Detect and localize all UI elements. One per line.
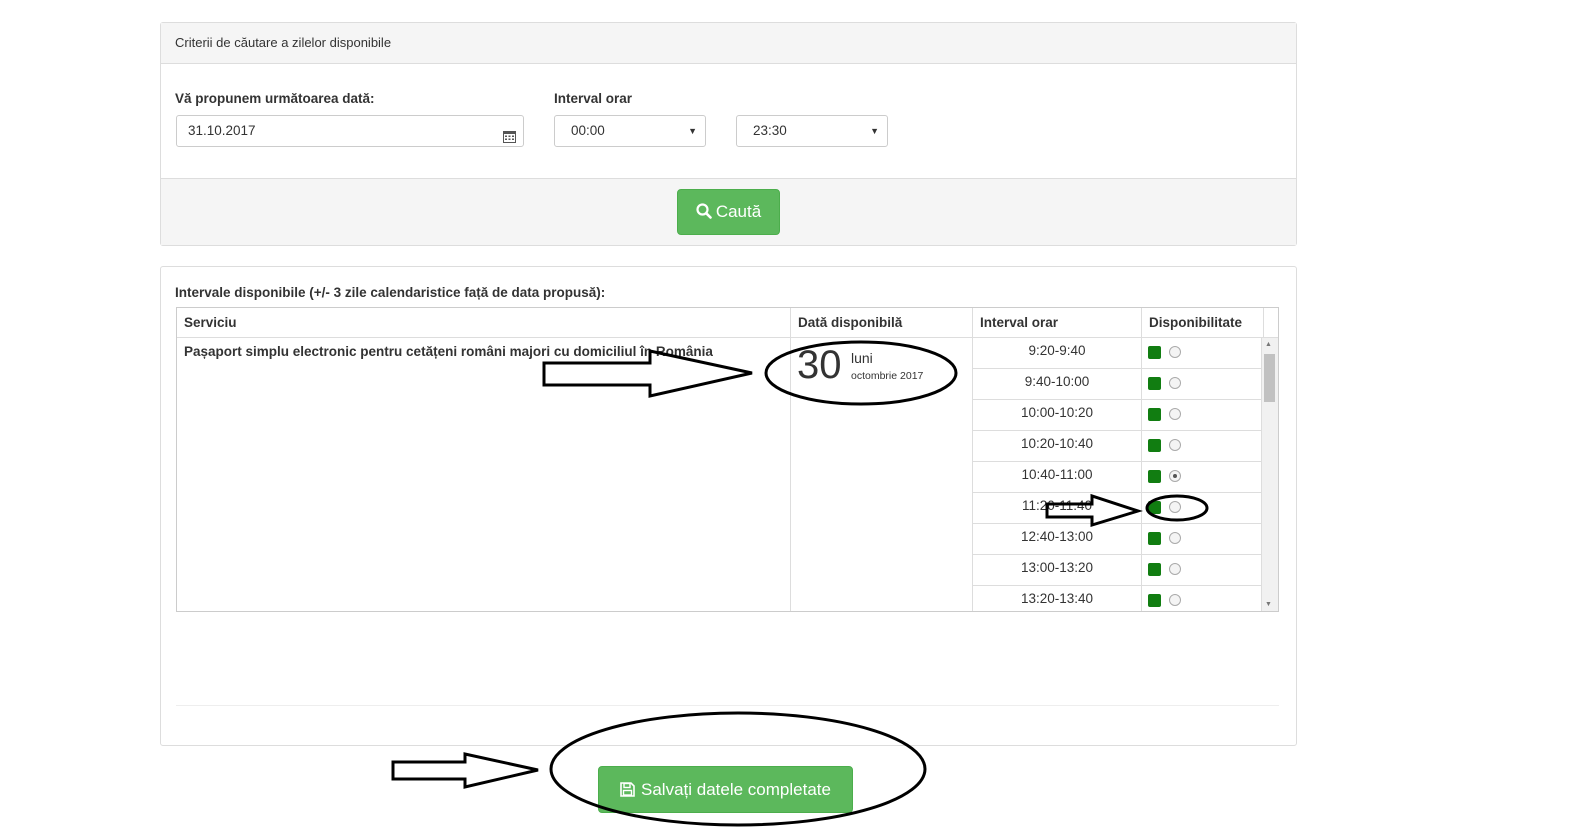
annotation-ellipse-date [764, 340, 958, 406]
annotation-arrow-radio [1045, 493, 1143, 528]
annotation-overlay [391, 340, 1209, 827]
annotation-arrow-save [391, 752, 539, 789]
annotation-ellipse-radio [1145, 494, 1209, 522]
annotation-ellipse-save [549, 711, 927, 827]
annotation-arrow-date [542, 349, 753, 398]
